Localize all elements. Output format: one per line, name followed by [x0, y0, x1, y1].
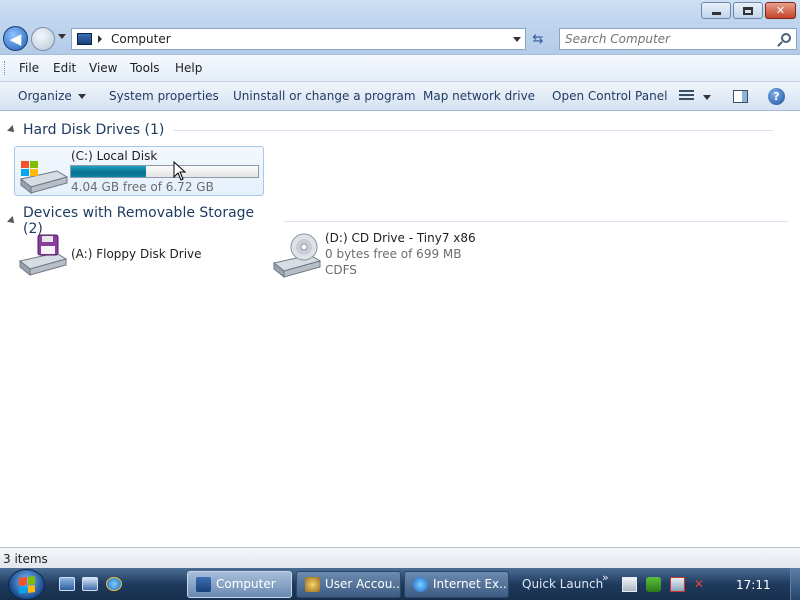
close-icon: ✕	[775, 4, 786, 17]
taskbar: Computer User Accou... Internet Ex... Qu…	[0, 568, 800, 600]
group-title: Hard Disk Drives (1)	[23, 122, 165, 138]
drive-name: (D:) CD Drive - Tiny7 x86	[325, 231, 476, 245]
drive-filesystem: CDFS	[325, 263, 357, 277]
internet-explorer-icon[interactable]	[106, 577, 122, 591]
network-icon[interactable]	[670, 577, 685, 592]
views-icon[interactable]	[679, 90, 694, 103]
history-dropdown-icon[interactable]	[58, 34, 66, 39]
back-button[interactable]: ◀	[3, 26, 28, 51]
help-icon[interactable]: ?	[768, 88, 785, 105]
group-divider	[284, 220, 788, 222]
close-button[interactable]: ✕	[765, 2, 796, 19]
windows-logo-icon	[19, 576, 35, 594]
maximize-button[interactable]	[733, 2, 763, 19]
taskbar-button-label: User Accou...	[325, 577, 401, 591]
refresh-button[interactable]: ⇆	[528, 30, 548, 48]
item-count: 3 items	[3, 552, 48, 566]
search-icon[interactable]	[781, 33, 791, 43]
organize-label: Organize	[18, 89, 72, 103]
minimize-button[interactable]	[701, 2, 731, 19]
search-box[interactable]	[559, 28, 797, 50]
taskbar-button-internet-explorer[interactable]: Internet Ex...	[404, 571, 509, 598]
drive-tile-d[interactable]: (D:) CD Drive - Tiny7 x86 0 bytes free o…	[268, 231, 528, 283]
group-header-hard-disk[interactable]: Hard Disk Drives (1)	[7, 122, 788, 138]
views-dropdown-icon[interactable]	[703, 95, 711, 100]
status-bar: 3 items	[0, 547, 800, 568]
preview-pane-icon[interactable]	[733, 90, 748, 103]
group-divider	[173, 129, 774, 131]
taskbar-button-computer[interactable]: Computer	[187, 571, 292, 598]
minimize-icon	[711, 12, 721, 15]
file-list: Hard Disk Drives (1) (C:) Local Disk 4.0…	[0, 111, 800, 547]
mouse-cursor-icon	[173, 161, 187, 181]
chevron-right-icon[interactable]: »	[602, 571, 609, 584]
caption-buttons: ✕	[701, 2, 796, 19]
menu-tools[interactable]: Tools	[130, 61, 160, 75]
drive-tile-c[interactable]: (C:) Local Disk 4.04 GB free of 6.72 GB	[14, 146, 264, 196]
drive-name: (A:) Floppy Disk Drive	[71, 247, 202, 261]
forward-button[interactable]	[31, 27, 55, 51]
menu-grip	[4, 61, 7, 75]
computer-icon	[196, 577, 211, 592]
menu-edit[interactable]: Edit	[53, 61, 76, 75]
uninstall-program-button[interactable]: Uninstall or change a program	[233, 89, 416, 103]
quick-launch-toolbar[interactable]: Quick Launch	[522, 577, 603, 591]
collapse-triangle-icon	[7, 216, 17, 226]
menu-bar: File Edit View Tools Help	[0, 54, 800, 82]
organize-button[interactable]: Organize	[18, 89, 86, 103]
security-shield-icon[interactable]	[646, 577, 661, 592]
title-bar: ✕	[0, 0, 800, 24]
collapse-triangle-icon	[7, 125, 17, 135]
drive-free-space: 4.04 GB free of 6.72 GB	[71, 180, 214, 194]
cd-drive-icon	[272, 233, 322, 279]
chevron-down-icon	[77, 94, 86, 99]
disk-usage-bar	[70, 165, 259, 178]
disk-usage-fill	[71, 166, 146, 177]
show-desktop-icon[interactable]	[59, 577, 75, 591]
command-bar: Organize System properties Uninstall or …	[0, 82, 800, 111]
map-network-drive-button[interactable]: Map network drive	[423, 89, 535, 103]
document-tray-icon[interactable]	[622, 577, 637, 592]
address-dropdown-icon[interactable]	[513, 37, 521, 42]
switch-windows-icon[interactable]	[82, 577, 98, 591]
arrow-left-icon: ◀	[9, 29, 22, 48]
breadcrumb-computer[interactable]: Computer	[111, 32, 171, 46]
menu-help[interactable]: Help	[175, 61, 202, 75]
drive-free-space: 0 bytes free of 699 MB	[325, 247, 462, 261]
internet-explorer-icon	[413, 577, 428, 592]
taskbar-button-user-accounts[interactable]: User Accou...	[296, 571, 401, 598]
hard-disk-icon	[19, 161, 69, 195]
breadcrumb-separator-icon[interactable]	[98, 35, 102, 43]
search-input[interactable]	[565, 30, 765, 48]
volume-muted-icon[interactable]: ✕	[694, 577, 709, 592]
menu-view[interactable]: View	[89, 61, 117, 75]
user-accounts-icon	[305, 577, 320, 592]
address-bar[interactable]: Computer	[71, 28, 526, 50]
open-control-panel-button[interactable]: Open Control Panel	[552, 89, 667, 103]
floppy-drive-icon	[18, 234, 68, 277]
taskbar-button-label: Internet Ex...	[433, 577, 509, 591]
clock[interactable]: 17:11	[736, 578, 771, 592]
drive-name: (C:) Local Disk	[71, 149, 158, 163]
start-button[interactable]	[8, 569, 45, 600]
maximize-icon	[743, 6, 753, 15]
taskbar-button-label: Computer	[216, 577, 276, 591]
drive-tile-a[interactable]: (A:) Floppy Disk Drive	[14, 231, 264, 281]
refresh-icon: ⇆	[532, 31, 544, 47]
address-row: ◀ Computer ⇆	[0, 24, 800, 54]
computer-icon	[77, 33, 92, 45]
show-desktop-button[interactable]	[790, 568, 800, 600]
system-properties-button[interactable]: System properties	[109, 89, 219, 103]
menu-file[interactable]: File	[19, 61, 39, 75]
